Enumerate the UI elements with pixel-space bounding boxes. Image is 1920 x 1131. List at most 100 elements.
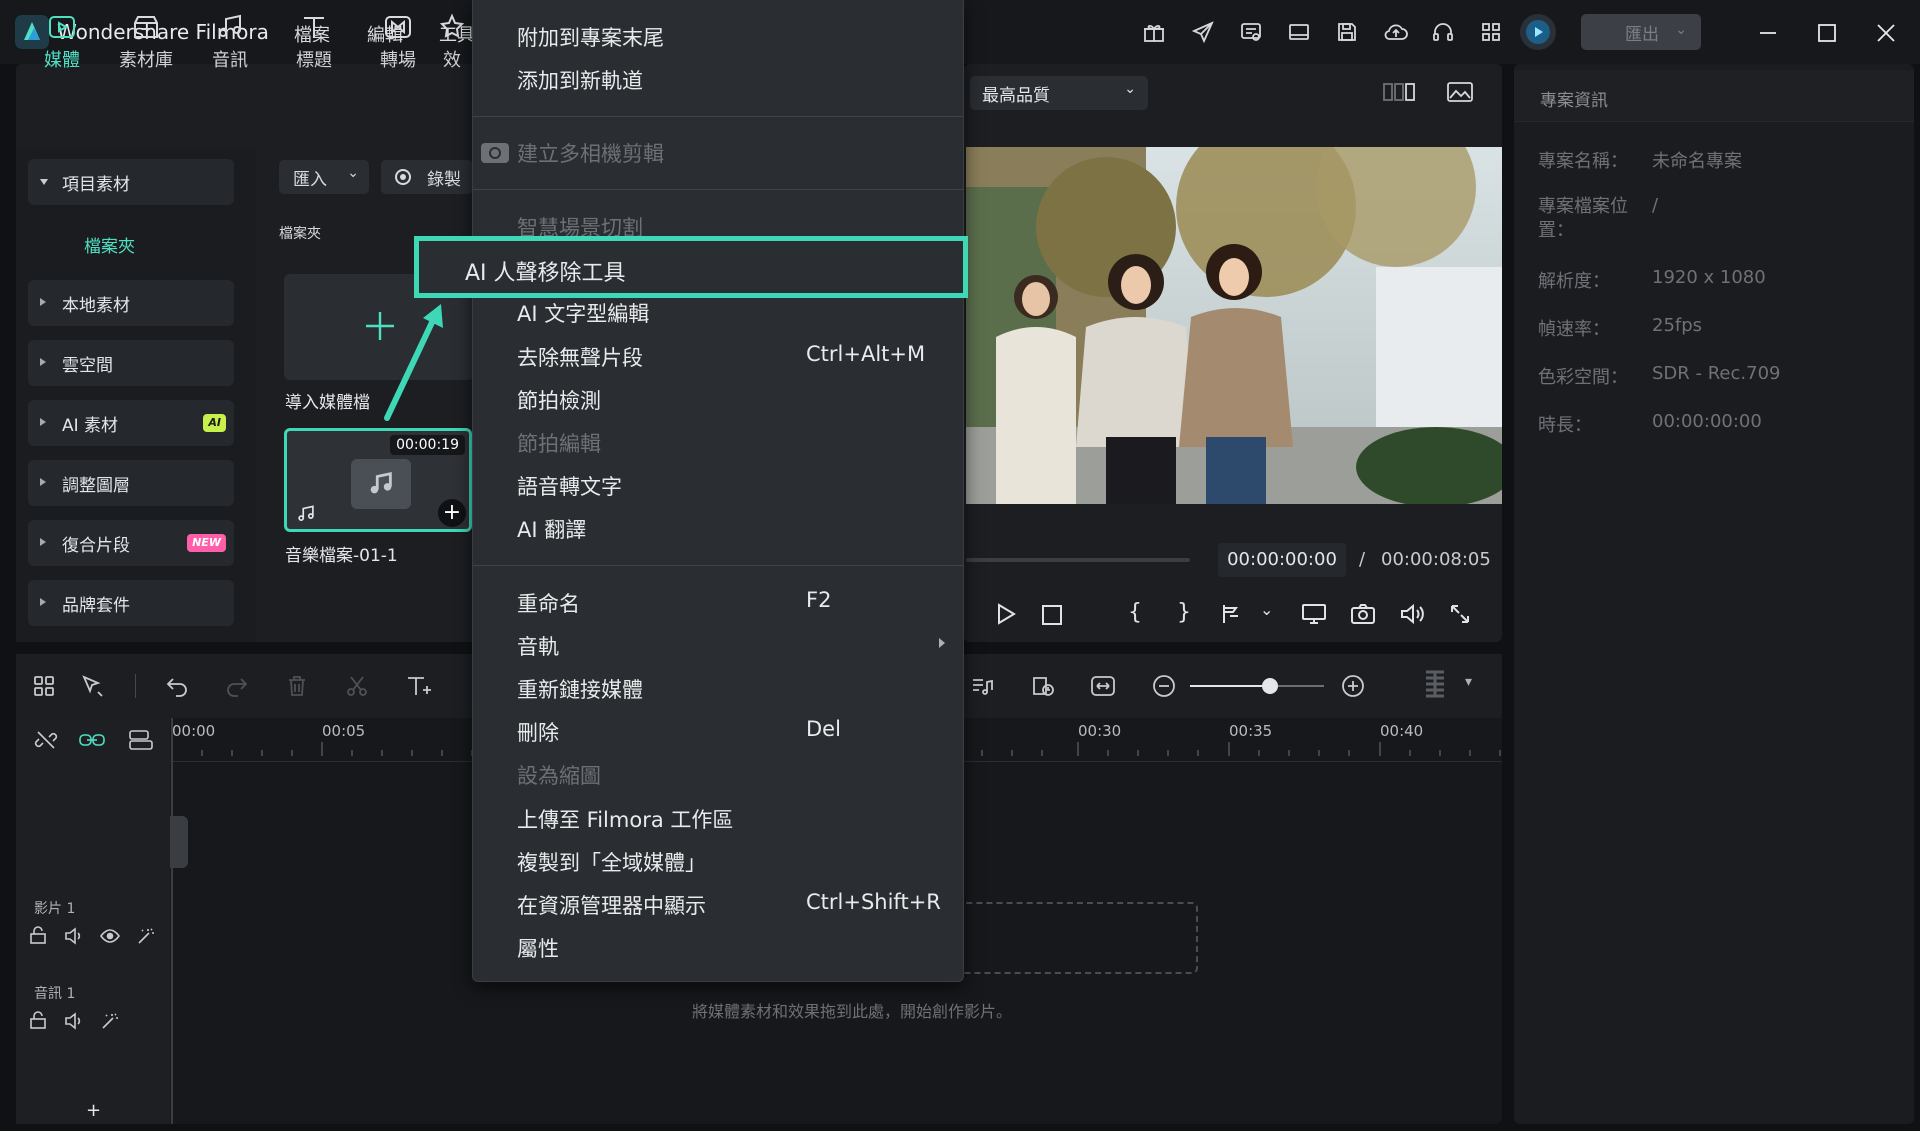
speaker-icon[interactable] — [64, 926, 84, 946]
menu-item-beat-detection[interactable]: 節拍檢測 — [517, 385, 601, 415]
fullscreen-icon[interactable] — [1448, 602, 1472, 626]
export-button[interactable]: 匯出 ⌄ — [1581, 14, 1701, 50]
speaker-icon[interactable] — [64, 1011, 84, 1031]
insert-icon[interactable] — [1220, 602, 1242, 626]
menu-item-audio-track[interactable]: 音軌 — [517, 631, 559, 661]
track-manage-icon[interactable] — [128, 728, 154, 752]
record-icon — [395, 169, 411, 185]
sidebar-item-local[interactable]: 本地素材 — [28, 280, 234, 326]
redo-icon[interactable] — [225, 674, 249, 698]
layout-icon[interactable] — [1287, 20, 1311, 44]
menu-item-silence-detection[interactable]: 去除無聲片段 — [517, 342, 643, 372]
add-track-icon[interactable]: + — [86, 1100, 101, 1121]
tab-audio[interactable]: 音訊 — [190, 8, 270, 78]
record-button[interactable]: 錄製 — [381, 160, 473, 194]
send-icon[interactable] — [1191, 20, 1215, 44]
menu-item-properties[interactable]: 屬性 — [517, 933, 559, 963]
sidebar-item-label: AI 素材 — [62, 415, 119, 436]
display-icon[interactable] — [1301, 602, 1327, 626]
mark-out-icon[interactable]: } — [1177, 600, 1191, 625]
select-tool-icon[interactable] — [80, 674, 106, 698]
volume-icon[interactable] — [1399, 602, 1425, 626]
stop-icon[interactable] — [1041, 604, 1063, 626]
menu-item-append-to-end[interactable]: 附加到專案末尾 — [517, 22, 664, 52]
audio-ducking-icon[interactable] — [970, 674, 994, 698]
maximize-icon[interactable] — [1816, 22, 1838, 44]
fit-timeline-icon[interactable] — [1090, 674, 1116, 698]
layout-grid-icon[interactable] — [32, 674, 56, 698]
lock-icon[interactable] — [28, 926, 48, 946]
sidebar-item-brand-kit[interactable]: 品牌套件 — [28, 580, 234, 626]
play-icon[interactable] — [995, 602, 1017, 626]
preview-progress-track[interactable] — [966, 558, 1190, 562]
menu-item-create-multicam[interactable]: 建立多相機剪輯 — [517, 138, 664, 168]
shortcut-rename: F2 — [806, 588, 832, 612]
close-icon[interactable] — [1875, 22, 1897, 44]
feedback-icon[interactable] — [1239, 20, 1263, 44]
eye-icon[interactable] — [100, 926, 120, 946]
grid-view-icon[interactable] — [1383, 80, 1415, 104]
gift-icon[interactable] — [1142, 20, 1166, 44]
mark-in-icon[interactable]: { — [1128, 600, 1142, 625]
menu-item-ai-text-editing[interactable]: AI 文字型編輯 — [517, 298, 649, 328]
render-icon[interactable] — [1030, 674, 1056, 698]
menu-item-rename[interactable]: 重命名 — [517, 588, 580, 618]
snapshot-icon[interactable] — [1350, 602, 1376, 626]
magic-wand-icon[interactable] — [100, 1011, 120, 1031]
sidebar-item-project-media[interactable]: 項目素材 — [28, 159, 234, 205]
menu-item-add-to-new-track[interactable]: 添加到新軌道 — [517, 65, 643, 95]
clip-duration: 00:00:19 — [390, 435, 465, 455]
track-settings-icon[interactable] — [1420, 668, 1450, 704]
save-icon[interactable] — [1335, 20, 1359, 44]
sidebar-item-cloud[interactable]: 雲空間 — [28, 340, 234, 386]
zoom-in-icon[interactable] — [1341, 674, 1365, 698]
toolbar-divider — [135, 674, 136, 698]
media-clip-card[interactable]: 00:00:19 + — [284, 428, 472, 532]
minimize-icon[interactable] — [1757, 22, 1779, 44]
image-icon[interactable] — [1446, 80, 1474, 104]
menu-item-speech-to-text[interactable]: 語音轉文字 — [517, 471, 622, 501]
sidebar-item-label: 本地素材 — [62, 295, 130, 316]
sidebar-item-compound[interactable]: 復合片段 NEW — [28, 520, 234, 566]
menu-item-set-thumbnail[interactable]: 設為縮圖 — [517, 760, 601, 790]
tab-media[interactable]: 媒體 — [22, 8, 102, 78]
menu-item-relink-media[interactable]: 重新鏈接媒體 — [517, 674, 643, 704]
menu-item-ai-translation[interactable]: AI 翻譯 — [517, 514, 586, 544]
magic-wand-icon[interactable] — [136, 926, 156, 946]
add-to-timeline-icon[interactable]: + — [438, 499, 466, 527]
lock-icon[interactable] — [28, 1011, 48, 1031]
zoom-slider-handle[interactable] — [1262, 678, 1278, 694]
tab-titles[interactable]: 標題 — [274, 8, 354, 78]
link-icon[interactable] — [78, 728, 106, 752]
menu-item-delete[interactable]: 刪除 — [517, 717, 559, 747]
chevron-down-icon[interactable]: ▾ — [1465, 674, 1472, 690]
sidebar-item-ai-assets[interactable]: AI 素材 AI — [28, 400, 234, 446]
text-tool-icon[interactable] — [405, 674, 433, 698]
sidebar-item-folder[interactable]: 檔案夾 — [84, 232, 135, 257]
cloud-upload-icon[interactable] — [1383, 20, 1409, 44]
quality-dropdown[interactable]: 最高品質 ⌄ — [970, 76, 1148, 110]
info-value-colorspace: SDR - Rec.709 — [1652, 363, 1781, 384]
delete-icon[interactable] — [285, 674, 309, 698]
scissors-icon[interactable] — [345, 674, 369, 698]
ruler-label: 00:40 — [1380, 722, 1424, 740]
undo-icon[interactable] — [165, 674, 189, 698]
tab-effects[interactable]: 效 — [432, 8, 472, 78]
avatar[interactable] — [1520, 14, 1556, 50]
menu-item-upload-workspace[interactable]: 上傳至 Filmora 工作區 — [517, 804, 733, 834]
menu-item-beat-editing[interactable]: 節拍編輯 — [517, 428, 601, 458]
tab-transitions[interactable]: 轉場 — [358, 8, 438, 78]
menu-item-copy-global-media[interactable]: 複製到「全域媒體」 — [517, 847, 706, 877]
tab-stock[interactable]: 素材庫 — [106, 8, 186, 78]
chevron-down-icon[interactable]: ⌄ — [1260, 600, 1273, 619]
zoom-out-icon[interactable] — [1152, 674, 1176, 698]
headset-icon[interactable] — [1431, 20, 1455, 44]
import-dropdown[interactable]: 匯入 ⌄ — [279, 160, 369, 194]
sidebar-item-adjustment[interactable]: 調整圖層 — [28, 460, 234, 506]
menu-item-show-in-explorer[interactable]: 在資源管理器中顯示 — [517, 890, 706, 920]
menu-item-ai-vocal-remover[interactable]: AI 人聲移除工具 — [414, 236, 968, 298]
apps-grid-icon[interactable] — [1479, 20, 1503, 44]
caret-right-icon — [40, 478, 46, 486]
current-time: 00:00:00:00 — [1218, 543, 1346, 577]
unlink-icon[interactable] — [34, 728, 58, 752]
